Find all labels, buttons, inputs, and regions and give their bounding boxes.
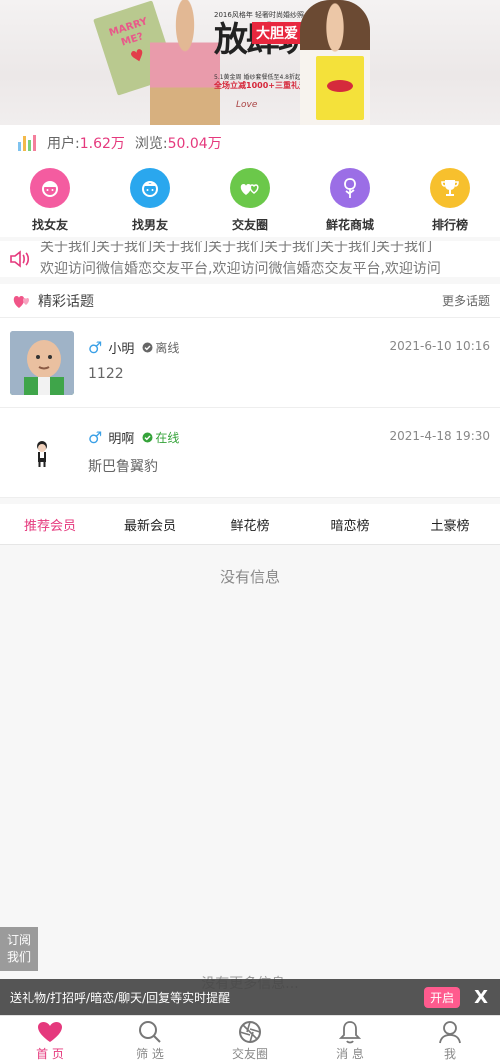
banner-lips-box xyxy=(316,56,364,120)
post-content: 1122 xyxy=(88,366,124,382)
menu-item-friend-circle[interactable]: 交友圈 xyxy=(200,161,300,237)
hearts-icon xyxy=(12,293,32,309)
topics-section: 精彩话题 更多话题 ♂ 小明 离线 1122 2021-6-10 10:16 ♂… xyxy=(0,284,500,498)
post-time: 2021-6-10 10:16 xyxy=(389,339,491,353)
male-icon: ♂ xyxy=(88,428,103,447)
tabbar-label: 消 息 xyxy=(336,1047,364,1061)
notice-line: 欢迎访问微信婚恋交友平台,欢迎访问微信婚恋交友平台,欢迎访问 xyxy=(40,261,441,277)
tabbar-item-home[interactable]: 首 页 xyxy=(0,1016,100,1062)
subscribe-line: 我们 xyxy=(6,950,31,964)
more-topics-link[interactable]: 更多话题 xyxy=(442,292,490,309)
main-menu: 找女友 找男友 交友圈 鲜花商城 排行榜 xyxy=(0,161,500,237)
tabbar-item-filter[interactable]: 筛 选 xyxy=(100,1016,200,1062)
notification-promo-bar: 送礼物/打招呼/暗恋/聊天/回复等实时提醒 开启 X xyxy=(0,979,500,1015)
rose-icon xyxy=(330,168,370,208)
topics-header: 精彩话题 更多话题 xyxy=(0,284,500,318)
avatar[interactable] xyxy=(10,331,74,395)
speaker-icon xyxy=(0,249,40,269)
tabbar-label: 筛 选 xyxy=(136,1047,164,1061)
notice-bar[interactable]: 关于我们关于我们关于我们关于我们关于我们关于我们关于我们 欢迎访问微信婚恋交友平… xyxy=(0,241,500,277)
tab-flower-ranking[interactable]: 鲜花榜 xyxy=(200,504,300,544)
banner-ad[interactable]: MARRY ME? ♥ 2016风格年 轻奢时尚婚纱照 放肆玩 大胆爱 5.1黄… xyxy=(0,0,500,125)
views-value: 50.04万 xyxy=(167,136,222,152)
tab-crush-ranking[interactable]: 暗恋榜 xyxy=(300,504,400,544)
user-name[interactable]: 明啊 xyxy=(108,428,134,447)
menu-label: 找男友 xyxy=(131,218,168,232)
subscribe-button[interactable]: 订阅 我们 xyxy=(0,927,38,971)
avatar[interactable] xyxy=(10,421,74,485)
menu-item-flower-shop[interactable]: 鲜花商城 xyxy=(300,161,400,237)
tab-newest[interactable]: 最新会员 xyxy=(100,504,200,544)
menu-item-ranking[interactable]: 排行榜 xyxy=(400,161,500,237)
hearts-icon xyxy=(230,168,270,208)
views-label: 浏览: xyxy=(134,136,168,152)
menu-label: 鲜花商城 xyxy=(325,218,374,232)
tabbar-item-friend-circle[interactable]: 交友圈 xyxy=(200,1016,300,1062)
check-circle-icon xyxy=(142,432,153,443)
heart-icon xyxy=(37,1019,63,1044)
banner-man-figure xyxy=(150,0,220,125)
menu-item-find-girlfriend[interactable]: 找女友 xyxy=(0,161,100,237)
banner-top-text: 2016风格年 轻奢时尚婚纱照 xyxy=(214,11,305,19)
menu-item-find-boyfriend[interactable]: 找男友 xyxy=(100,161,200,237)
banner-logo: Love xyxy=(236,100,258,110)
menu-label: 排行榜 xyxy=(431,218,468,232)
topics-title: 精彩话题 xyxy=(38,293,94,310)
post-content: 斯巴鲁翼豹 xyxy=(88,459,158,475)
status-badge: 离线 xyxy=(142,339,179,356)
girl-face-icon xyxy=(30,168,70,208)
user-name[interactable]: 小明 xyxy=(108,338,134,357)
site-stats: 用户: 1.62万 浏览: 50.04万 xyxy=(0,125,500,161)
close-promo-button[interactable]: X xyxy=(474,987,488,1008)
bottom-tab-bar: 首 页 筛 选 交友圈 消 息 我 xyxy=(0,1015,500,1062)
tab-rich-ranking[interactable]: 土豪榜 xyxy=(400,504,500,544)
promo-message: 送礼物/打招呼/暗恋/聊天/回复等实时提醒 xyxy=(10,990,231,1005)
status-badge: 在线 xyxy=(142,429,179,446)
bell-icon xyxy=(339,1019,361,1044)
status-text: 在线 xyxy=(155,431,180,445)
member-tabs: 推荐会员 最新会员 鲜花榜 暗恋榜 土豪榜 xyxy=(0,504,500,545)
tabbar-label: 首 页 xyxy=(36,1047,64,1061)
trophy-icon xyxy=(430,168,470,208)
topic-post[interactable]: ♂ 明啊 在线 斯巴鲁翼豹 2021-4-18 19:30 xyxy=(0,408,500,498)
post-time: 2021-4-18 19:30 xyxy=(389,429,491,443)
notice-line: 关于我们关于我们关于我们关于我们关于我们关于我们关于我们 xyxy=(40,241,432,255)
banner-line2: 全场立减1000+三重礼遇 xyxy=(214,81,307,90)
menu-label: 找女友 xyxy=(31,218,68,232)
tabbar-item-me[interactable]: 我 xyxy=(400,1016,500,1062)
search-icon xyxy=(138,1019,162,1044)
boy-face-icon xyxy=(130,168,170,208)
users-value: 1.62万 xyxy=(79,136,125,152)
user-icon xyxy=(439,1019,461,1044)
users-label: 用户: xyxy=(47,136,80,152)
enable-notifications-button[interactable]: 开启 xyxy=(424,986,461,1008)
banner-tag-text: 大胆爱 xyxy=(252,22,302,44)
status-text: 离线 xyxy=(155,341,180,355)
tabbar-item-messages[interactable]: 消 息 xyxy=(300,1016,400,1062)
tab-recommended[interactable]: 推荐会员 xyxy=(0,504,100,544)
check-circle-icon xyxy=(142,342,153,353)
bar-chart-icon xyxy=(18,135,38,151)
topic-post[interactable]: ♂ 小明 离线 1122 2021-6-10 10:16 xyxy=(0,318,500,408)
tabbar-label: 我 xyxy=(443,1047,456,1061)
menu-label: 交友圈 xyxy=(231,218,268,232)
empty-message: 没有信息 xyxy=(219,568,280,586)
aperture-icon xyxy=(238,1019,262,1044)
subscribe-line: 订阅 xyxy=(6,933,31,947)
tabbar-label: 交友圈 xyxy=(231,1047,268,1061)
banner-sign-text: MARRY ME? xyxy=(107,16,149,49)
male-icon: ♂ xyxy=(88,338,103,357)
